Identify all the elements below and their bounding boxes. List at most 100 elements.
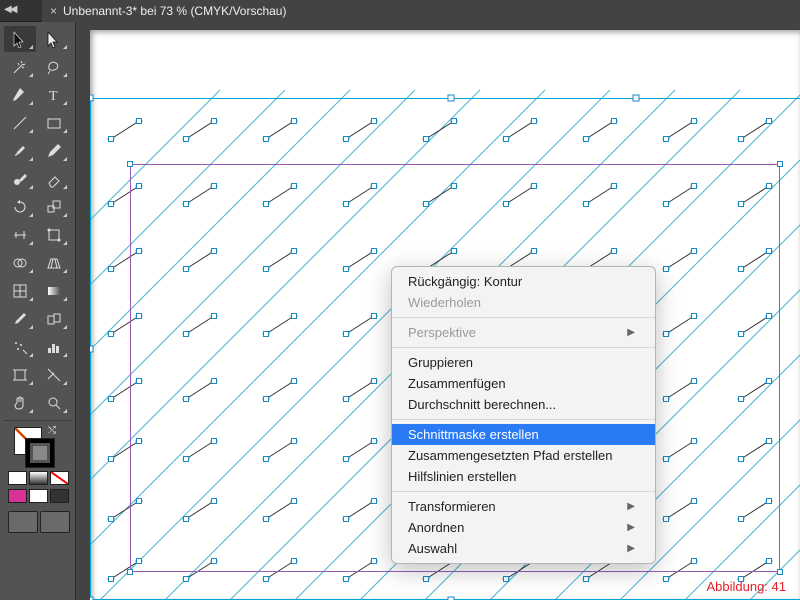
anchor-point[interactable] bbox=[136, 438, 142, 444]
anchor-point[interactable] bbox=[663, 516, 669, 522]
anchor-point[interactable] bbox=[211, 378, 217, 384]
rotate-tool[interactable] bbox=[4, 194, 36, 220]
anchor-point[interactable] bbox=[691, 313, 697, 319]
anchor-point[interactable] bbox=[531, 183, 537, 189]
anchor-point[interactable] bbox=[451, 248, 457, 254]
free-transform-tool[interactable] bbox=[38, 222, 70, 248]
anchor-point[interactable] bbox=[291, 183, 297, 189]
anchor-point[interactable] bbox=[371, 313, 377, 319]
document-tab[interactable]: × Unbenannt-3* bei 73 % (CMYK/Vorschau) bbox=[42, 0, 294, 22]
anchor-point[interactable] bbox=[291, 378, 297, 384]
anchor-point[interactable] bbox=[183, 136, 189, 142]
bbox-handle[interactable] bbox=[448, 95, 455, 102]
anchor-point[interactable] bbox=[663, 331, 669, 337]
anchor-point[interactable] bbox=[738, 331, 744, 337]
clip-handle[interactable] bbox=[127, 569, 133, 575]
color-black[interactable] bbox=[50, 489, 69, 503]
anchor-point[interactable] bbox=[291, 118, 297, 124]
anchor-point[interactable] bbox=[291, 438, 297, 444]
selection-tool[interactable] bbox=[4, 26, 36, 52]
anchor-point[interactable] bbox=[691, 438, 697, 444]
anchor-point[interactable] bbox=[291, 558, 297, 564]
anchor-point[interactable] bbox=[183, 516, 189, 522]
anchor-point[interactable] bbox=[738, 456, 744, 462]
anchor-point[interactable] bbox=[108, 396, 114, 402]
slice-tool[interactable] bbox=[38, 362, 70, 388]
pencil-tool[interactable] bbox=[38, 138, 70, 164]
gradient-tool[interactable] bbox=[38, 278, 70, 304]
anchor-point[interactable] bbox=[611, 248, 617, 254]
anchor-point[interactable] bbox=[211, 438, 217, 444]
clip-handle[interactable] bbox=[777, 161, 783, 167]
anchor-point[interactable] bbox=[108, 516, 114, 522]
anchor-point[interactable] bbox=[183, 396, 189, 402]
fill-solid[interactable] bbox=[8, 471, 27, 485]
stroke-swatch[interactable] bbox=[26, 439, 54, 467]
paintbrush-tool[interactable] bbox=[4, 138, 36, 164]
anchor-point[interactable] bbox=[451, 183, 457, 189]
anchor-point[interactable] bbox=[136, 248, 142, 254]
anchor-point[interactable] bbox=[263, 456, 269, 462]
anchor-point[interactable] bbox=[371, 183, 377, 189]
anchor-point[interactable] bbox=[371, 378, 377, 384]
anchor-point[interactable] bbox=[263, 516, 269, 522]
anchor-point[interactable] bbox=[766, 498, 772, 504]
anchor-point[interactable] bbox=[503, 136, 509, 142]
anchor-point[interactable] bbox=[343, 456, 349, 462]
lasso-tool[interactable] bbox=[38, 54, 70, 80]
menu-item[interactable]: Durchschnitt berechnen... bbox=[392, 394, 655, 415]
anchor-point[interactable] bbox=[136, 558, 142, 564]
anchor-point[interactable] bbox=[263, 201, 269, 207]
anchor-point[interactable] bbox=[663, 396, 669, 402]
panel-collapse-strip[interactable]: ◀◀ bbox=[0, 0, 42, 22]
direct-selection-tool[interactable] bbox=[38, 26, 70, 52]
anchor-point[interactable] bbox=[611, 118, 617, 124]
anchor-point[interactable] bbox=[611, 183, 617, 189]
anchor-point[interactable] bbox=[183, 456, 189, 462]
anchor-point[interactable] bbox=[108, 331, 114, 337]
anchor-point[interactable] bbox=[663, 456, 669, 462]
anchor-point[interactable] bbox=[766, 558, 772, 564]
anchor-point[interactable] bbox=[423, 136, 429, 142]
anchor-point[interactable] bbox=[211, 248, 217, 254]
screen-mode-normal[interactable] bbox=[8, 511, 38, 533]
hand-tool[interactable] bbox=[4, 390, 36, 416]
menu-item[interactable]: Schnittmaske erstellen bbox=[392, 424, 655, 445]
anchor-point[interactable] bbox=[423, 201, 429, 207]
pen-tool[interactable] bbox=[4, 82, 36, 108]
anchor-point[interactable] bbox=[766, 313, 772, 319]
anchor-point[interactable] bbox=[663, 136, 669, 142]
column-graph-tool[interactable] bbox=[38, 334, 70, 360]
clip-handle[interactable] bbox=[777, 569, 783, 575]
anchor-point[interactable] bbox=[263, 266, 269, 272]
anchor-point[interactable] bbox=[371, 558, 377, 564]
anchor-point[interactable] bbox=[663, 576, 669, 582]
anchor-point[interactable] bbox=[211, 313, 217, 319]
anchor-point[interactable] bbox=[738, 136, 744, 142]
anchor-point[interactable] bbox=[766, 438, 772, 444]
anchor-point[interactable] bbox=[136, 498, 142, 504]
anchor-point[interactable] bbox=[531, 248, 537, 254]
anchor-point[interactable] bbox=[663, 201, 669, 207]
anchor-point[interactable] bbox=[136, 313, 142, 319]
bbox-handle[interactable] bbox=[90, 95, 94, 102]
anchor-point[interactable] bbox=[371, 498, 377, 504]
anchor-point[interactable] bbox=[371, 118, 377, 124]
anchor-point[interactable] bbox=[108, 576, 114, 582]
anchor-point[interactable] bbox=[343, 266, 349, 272]
anchor-point[interactable] bbox=[263, 331, 269, 337]
anchor-point[interactable] bbox=[423, 576, 429, 582]
anchor-point[interactable] bbox=[766, 183, 772, 189]
bbox-handle[interactable] bbox=[633, 95, 640, 102]
anchor-point[interactable] bbox=[766, 248, 772, 254]
fill-none[interactable] bbox=[50, 471, 69, 485]
mesh-tool[interactable] bbox=[4, 278, 36, 304]
anchor-point[interactable] bbox=[503, 201, 509, 207]
anchor-point[interactable] bbox=[108, 136, 114, 142]
scale-tool[interactable] bbox=[38, 194, 70, 220]
anchor-point[interactable] bbox=[663, 266, 669, 272]
anchor-point[interactable] bbox=[691, 378, 697, 384]
width-tool[interactable] bbox=[4, 222, 36, 248]
menu-item[interactable]: Gruppieren bbox=[392, 352, 655, 373]
screen-mode-full[interactable] bbox=[40, 511, 70, 533]
